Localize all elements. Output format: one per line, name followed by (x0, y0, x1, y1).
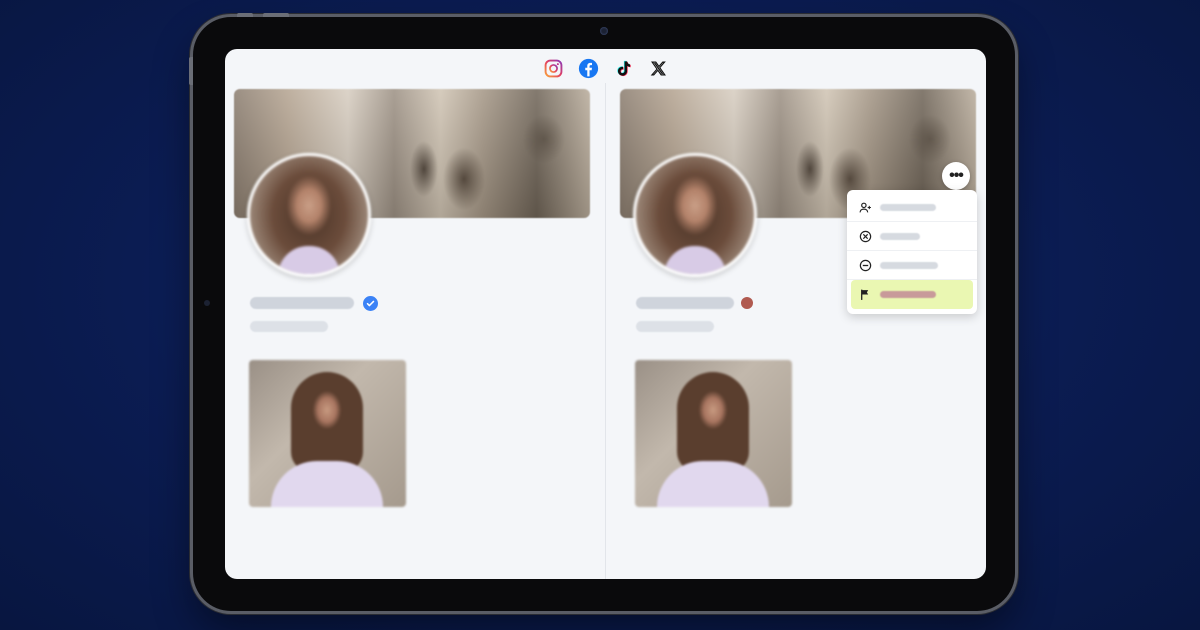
right-profile-panel: ••• (620, 49, 978, 579)
profile-options-menu (847, 190, 977, 314)
front-camera (600, 27, 608, 35)
x-circle-icon (858, 229, 872, 243)
verified-badge-icon (363, 296, 378, 311)
menu-item-label-placeholder (880, 291, 936, 298)
tablet-top-button (237, 13, 253, 17)
panel-divider (605, 83, 606, 579)
profile-name-placeholder (250, 297, 354, 309)
tablet-side-button (189, 57, 193, 85)
profile-post-thumbnail[interactable] (249, 360, 406, 507)
menu-item-label-placeholder (880, 203, 936, 211)
profile-post-thumbnail[interactable] (635, 360, 792, 507)
profile-handle-placeholder (636, 321, 714, 332)
menu-item-label-placeholder (880, 261, 938, 269)
profile-handle-placeholder (250, 321, 328, 332)
menu-item-label-placeholder (880, 232, 920, 240)
avatar[interactable] (633, 153, 757, 277)
status-dot (741, 297, 753, 309)
menu-item-block[interactable] (847, 222, 977, 251)
more-options-button[interactable]: ••• (942, 162, 970, 190)
more-options-icon: ••• (949, 167, 964, 184)
avatar[interactable] (247, 153, 371, 277)
tablet-device: ••• (189, 13, 1015, 611)
left-profile-panel (234, 49, 592, 579)
side-sensor (204, 300, 210, 306)
flag-icon (858, 288, 872, 302)
user-add-icon (858, 200, 872, 214)
menu-item-restrict[interactable] (847, 251, 977, 280)
tablet-screen: ••• (225, 49, 986, 579)
menu-item-report[interactable] (851, 280, 973, 309)
tablet-top-button (263, 13, 289, 17)
minus-circle-icon (858, 258, 872, 272)
profile-name-placeholder (636, 297, 734, 309)
menu-item-follow[interactable] (847, 193, 977, 222)
